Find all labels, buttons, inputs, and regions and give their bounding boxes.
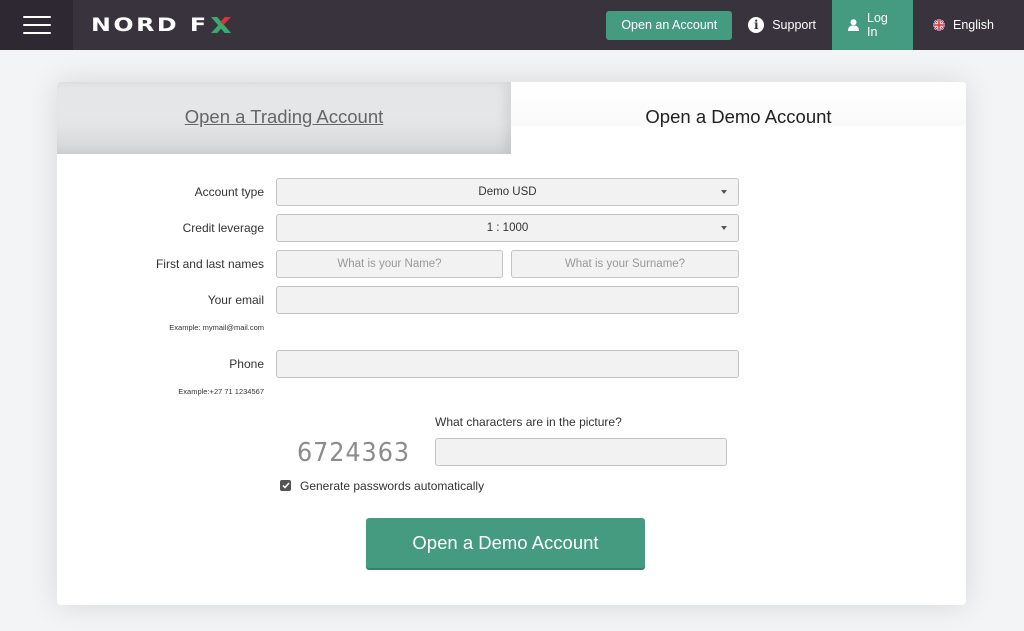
email-label: Your email [207, 293, 264, 307]
checkmark-icon [281, 482, 290, 489]
captcha-image: 6724363 [297, 438, 410, 468]
open-an-account-button[interactable]: Open an Account [606, 10, 733, 40]
hamburger-icon-line [22, 24, 51, 26]
tab-open-trading-account[interactable]: Open a Trading Account [57, 82, 511, 154]
login-button[interactable]: Log In [832, 0, 913, 50]
phone-input[interactable] [276, 350, 739, 378]
uk-flag-icon [933, 19, 945, 31]
support-label: Support [772, 18, 816, 32]
account-type-label: Account type [194, 185, 264, 199]
credit-leverage-value: 1 : 1000 [486, 222, 529, 234]
credit-leverage-label: Credit leverage [182, 221, 264, 235]
chevron-down-icon [721, 226, 727, 230]
phone-hint: Example:+27 71 1234567 [178, 387, 264, 396]
info-icon: i [748, 17, 765, 33]
credit-leverage-select[interactable]: 1 : 1000 [276, 214, 739, 242]
user-icon [848, 19, 859, 31]
tab-open-demo-account[interactable]: Open a Demo Account [511, 82, 966, 154]
phone-label: Phone [229, 357, 264, 371]
logo-x-icon [211, 17, 232, 33]
login-label: Log In [867, 11, 888, 39]
hamburger-icon-line [22, 16, 51, 18]
support-link[interactable]: i Support [748, 0, 832, 50]
account-type-select[interactable]: Demo USD [276, 178, 739, 206]
language-label: English [953, 18, 994, 32]
generate-passwords-label[interactable]: Generate passwords automatically [300, 479, 484, 493]
last-name-input[interactable] [511, 250, 739, 278]
submit-label: Open a Demo Account [412, 532, 599, 553]
top-navigation-bar: NORD F Open an Account i Support Log In [0, 0, 1024, 50]
open-an-account-label: Open an Account [621, 18, 718, 32]
names-label: First and last names [155, 257, 264, 271]
account-type-value: Demo USD [478, 186, 537, 198]
first-name-input[interactable] [276, 250, 503, 278]
email-hint: Example: mymail@mail.com [169, 323, 264, 332]
tab-demo-label: Open a Demo Account [645, 106, 832, 127]
captcha-input[interactable] [435, 438, 727, 466]
logo-text: NORD F [91, 14, 209, 36]
header-right-nav: Open an Account i Support Log In English [606, 0, 1024, 50]
email-input[interactable] [276, 286, 739, 314]
generate-passwords-checkbox[interactable] [280, 480, 291, 491]
captcha-question: What characters are in the picture? [435, 415, 622, 429]
tab-trading-label: Open a Trading Account [184, 106, 384, 127]
nordfx-logo[interactable]: NORD F [91, 14, 232, 36]
hamburger-menu-button[interactable] [0, 0, 73, 50]
open-demo-account-button[interactable]: Open a Demo Account [366, 518, 645, 568]
hamburger-icon-line [22, 32, 51, 34]
language-selector[interactable]: English [913, 0, 1024, 50]
chevron-down-icon [721, 190, 727, 194]
